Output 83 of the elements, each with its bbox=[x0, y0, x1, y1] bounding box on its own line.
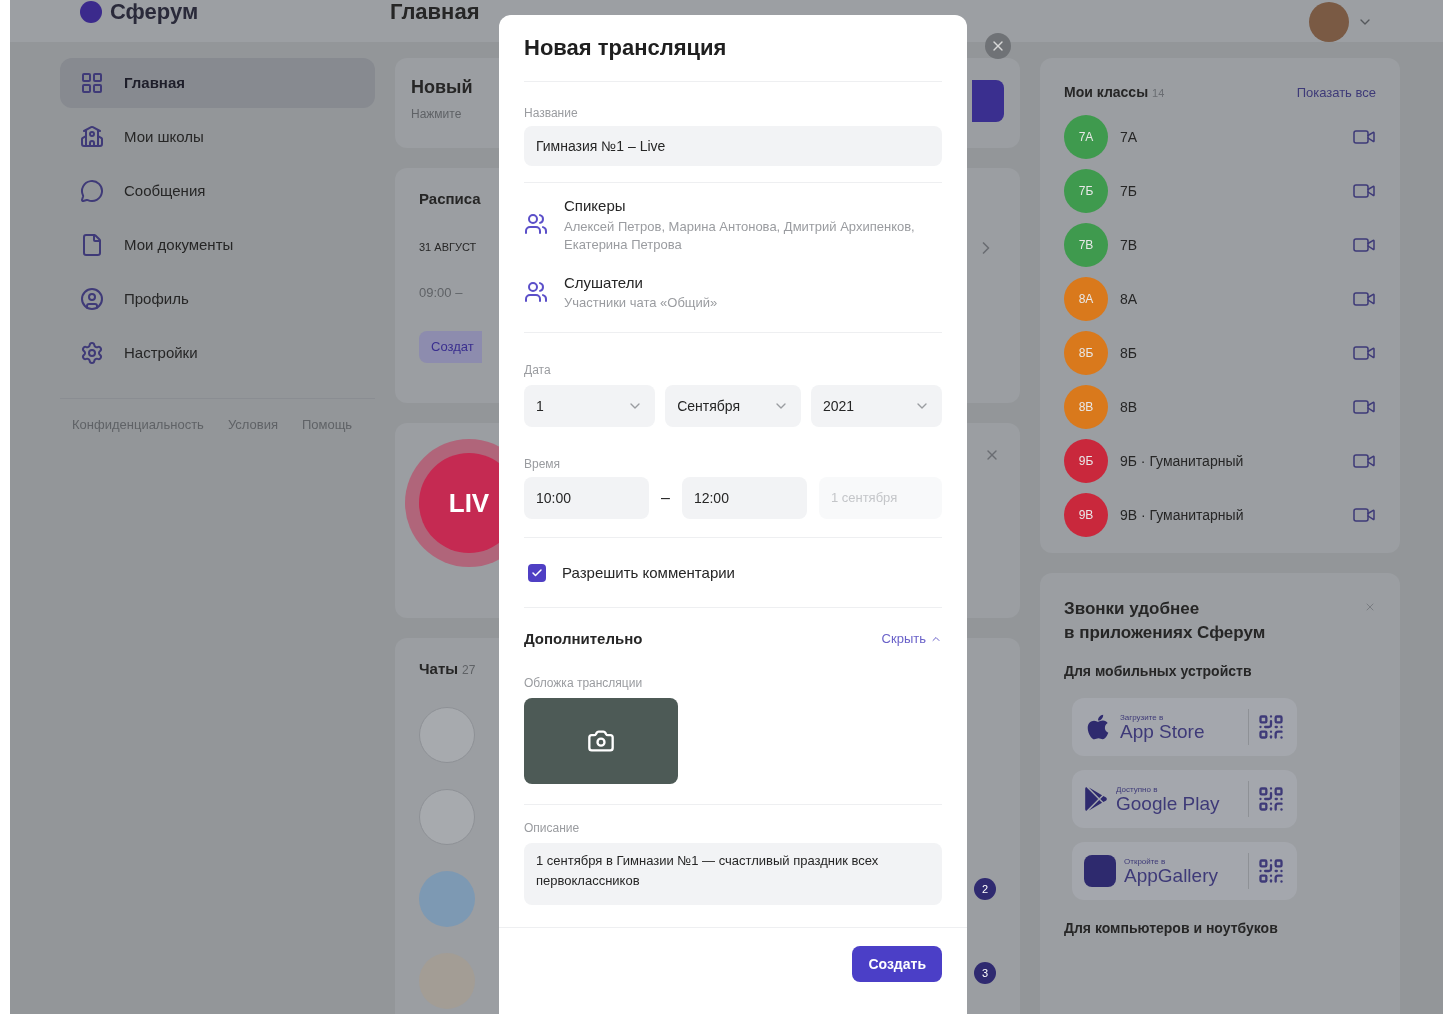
section-title: Дополнительно bbox=[524, 628, 643, 649]
checkbox-label: Разрешить комментарии bbox=[562, 563, 735, 583]
class-name[interactable]: 7Б bbox=[1120, 180, 1137, 202]
row-title: Слушатели bbox=[564, 272, 644, 293]
play-icon bbox=[1084, 787, 1108, 811]
class-avatar: 8Б bbox=[1064, 331, 1108, 375]
qr-code-icon bbox=[1257, 713, 1285, 741]
section-heading: Для компьютеров и ноутбуков bbox=[1064, 919, 1279, 938]
field-label: Дата bbox=[524, 362, 552, 379]
class-avatar: 8В bbox=[1064, 385, 1108, 429]
logo-icon bbox=[80, 1, 102, 23]
class-name[interactable]: 7В bbox=[1120, 234, 1138, 256]
card-title: Чаты bbox=[419, 659, 459, 679]
card-title: Звонки удобнее bbox=[1064, 598, 1200, 620]
field-label: Название bbox=[524, 105, 579, 122]
store-button[interactable]: Откройте в AppGallery bbox=[1072, 842, 1297, 900]
people-icon bbox=[524, 279, 548, 304]
name-input[interactable]: Гимназия №1 – Live bbox=[524, 126, 942, 166]
date-select[interactable]: 2021 bbox=[810, 385, 942, 427]
sidebar-item[interactable]: Профиль bbox=[60, 274, 375, 324]
card-title: Новый bbox=[411, 76, 474, 99]
schedule-date: 31 АВГУСТ bbox=[419, 239, 478, 255]
chat-bubble-icon bbox=[80, 179, 104, 203]
field-label: Обложка трансляции bbox=[524, 675, 644, 692]
dialog-title: Новая трансляция bbox=[524, 35, 728, 61]
class-name[interactable]: 7А bbox=[1120, 126, 1138, 148]
create-button[interactable]: Создать bbox=[852, 946, 942, 982]
class-name[interactable]: 9В · Гуманитарный bbox=[1120, 504, 1244, 526]
chat-count: 27 bbox=[462, 662, 476, 679]
unread-badge: 2 bbox=[974, 878, 996, 900]
card-subtitle: Нажмите bbox=[411, 106, 463, 123]
row-title: Спикеры bbox=[564, 196, 627, 216]
show-all-link[interactable]: Показать все bbox=[1296, 83, 1376, 103]
class-avatar: 9В bbox=[1064, 493, 1108, 537]
date-select[interactable]: Сентября bbox=[665, 385, 801, 427]
class-avatar: 7В bbox=[1064, 223, 1108, 267]
sidebar-item[interactable]: Мои школы bbox=[60, 112, 375, 162]
time-separator: – bbox=[661, 488, 670, 508]
settings-icon bbox=[80, 341, 104, 365]
class-avatar: 7Б bbox=[1064, 169, 1108, 213]
description-field[interactable]: 1 сентября в Гимназии №1 — счастливый праздник всех первоклассников bbox=[524, 843, 942, 905]
time-input[interactable]: 12:00 bbox=[681, 477, 807, 519]
time-input[interactable]: 10:00 bbox=[524, 477, 649, 519]
sidebar-item[interactable]: Настройки bbox=[60, 328, 375, 378]
class-avatar: 8А bbox=[1064, 277, 1108, 321]
collapse-toggle[interactable]: Скрыть bbox=[881, 629, 942, 649]
row-value: Участники чата «Общий» bbox=[564, 294, 718, 312]
grid-icon bbox=[80, 71, 104, 95]
unread-badge: 3 bbox=[974, 962, 996, 984]
sidebar-item[interactable]: Сообщения bbox=[60, 166, 375, 216]
logo-text: Сферум bbox=[110, 0, 199, 26]
store-button[interactable]: Доступно в Google Play bbox=[1072, 770, 1297, 828]
schedule-time: 09:00 – bbox=[419, 284, 464, 302]
app-gallery-icon bbox=[1084, 855, 1116, 887]
profile-icon bbox=[80, 287, 104, 311]
store-button[interactable]: Загрузите в App Store bbox=[1072, 698, 1297, 756]
field-label: Описание bbox=[524, 820, 581, 837]
card-title: Расписа bbox=[419, 189, 482, 209]
class-name[interactable]: 8А bbox=[1120, 288, 1138, 310]
class-name[interactable]: 9Б · Гуманитарный bbox=[1120, 450, 1244, 472]
create-button[interactable]: Создат bbox=[419, 330, 482, 363]
photo-placeholder[interactable] bbox=[524, 698, 678, 784]
sidebar-item[interactable]: Главная bbox=[60, 58, 375, 108]
sidebar-item[interactable]: Мои документы bbox=[60, 220, 375, 270]
class-avatar: 9Б bbox=[1064, 439, 1108, 483]
people-row[interactable]: Спикеры Алексей Петров, Марина Антонова, Дмитрий Архипенков, Екатерина Петрова bbox=[524, 195, 942, 254]
row-value: Алексей Петров, Марина Антонова, Дмитрий Архипенков, Екатерина Петрова bbox=[564, 217, 916, 254]
field-label: Время bbox=[524, 456, 562, 473]
document-icon bbox=[80, 233, 104, 257]
card-title: Мои классы bbox=[1064, 83, 1149, 102]
checkbox[interactable] bbox=[528, 564, 546, 583]
card-title: в приложениях Сферум bbox=[1064, 622, 1266, 644]
class-name[interactable]: 8Б bbox=[1120, 342, 1137, 364]
date-select[interactable]: 1 bbox=[524, 385, 656, 427]
page-title: Главная bbox=[390, 0, 480, 26]
people-row[interactable]: Слушатели Участники чата «Общий» bbox=[524, 271, 942, 312]
class-avatar: 7А bbox=[1064, 115, 1108, 159]
qr-code-icon bbox=[1257, 785, 1285, 813]
school-icon bbox=[80, 125, 104, 149]
qr-code-icon bbox=[1257, 857, 1285, 885]
class-name[interactable]: 8В bbox=[1120, 396, 1138, 418]
card-subtitle: Для мобильных устройств bbox=[1064, 662, 1253, 681]
people-icon bbox=[524, 212, 548, 237]
